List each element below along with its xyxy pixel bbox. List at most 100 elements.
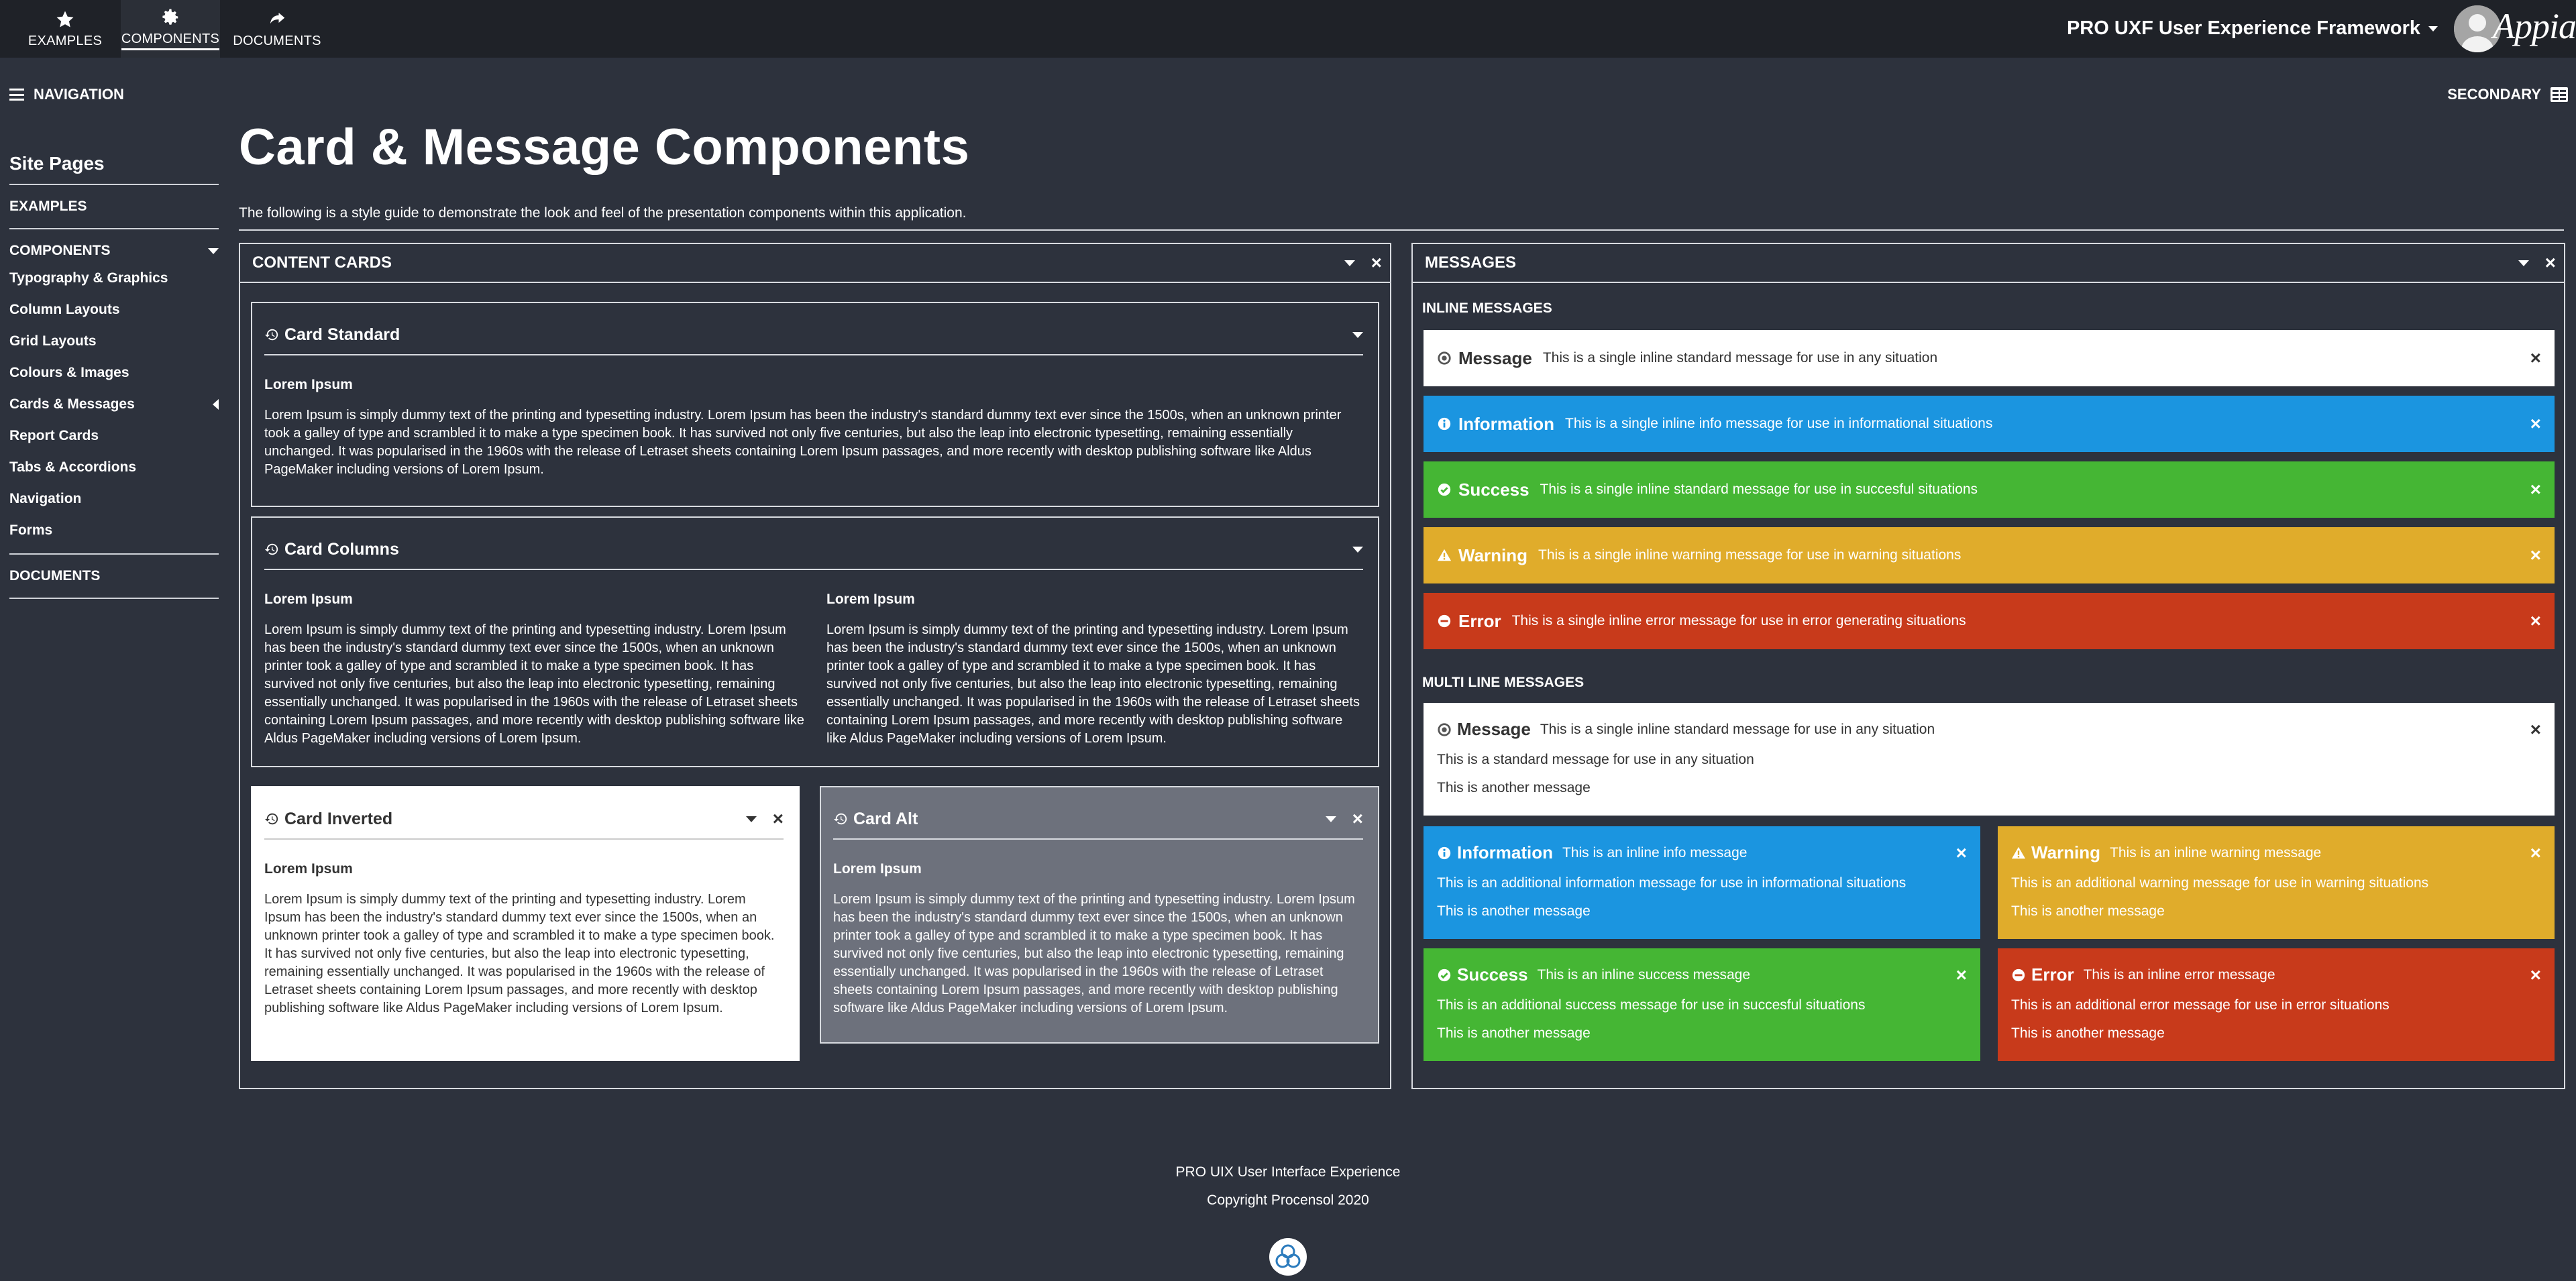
target-icon	[1438, 351, 1451, 365]
message-title: Warning	[2031, 842, 2101, 862]
content-cards-panel: CONTENT CARDS × Card Standard Lorem Ipsu…	[239, 243, 1391, 1089]
tab-examples[interactable]: EXAMPLES	[24, 0, 106, 58]
sidebar-item-report-cards[interactable]: Report Cards	[9, 421, 219, 452]
card-text: Lorem Ipsum is simply dummy text of the …	[264, 892, 775, 1015]
collapse-icon[interactable]	[2518, 260, 2529, 266]
sidebar-section-examples[interactable]: EXAMPLES	[9, 185, 219, 229]
card-body: Lorem Ipsum Lorem Ipsum is simply dummy …	[264, 377, 1363, 479]
message-line: This is an additional warning message fo…	[2011, 875, 2429, 891]
footer-line-2: Copyright Procensol 2020	[1207, 1192, 1369, 1208]
info-icon	[1438, 417, 1451, 431]
framework-menu[interactable]: PRO UXF User Experience Framework	[2067, 17, 2438, 40]
collapse-icon[interactable]	[745, 816, 757, 822]
caret-down-icon	[208, 247, 219, 254]
sidebar-item-grid-layouts[interactable]: Grid Layouts	[9, 326, 219, 357]
content-cards-title: CONTENT CARDS	[252, 254, 392, 272]
tab-documents[interactable]: DOCUMENTS	[232, 0, 322, 58]
secondary-toggle[interactable]: SECONDARY	[2447, 86, 2568, 103]
card-text: Lorem Ipsum is simply dummy text of the …	[264, 408, 1342, 477]
sidebar-item-cards-messages[interactable]: Cards & Messages	[9, 389, 219, 421]
close-icon[interactable]: ×	[2545, 254, 2556, 272]
card-header: Card Columns	[264, 530, 1363, 570]
card-standard: Card Standard Lorem Ipsum Lorem Ipsum is…	[251, 302, 1379, 507]
tab-documents-label: DOCUMENTS	[233, 33, 321, 48]
message-title: Success	[1457, 964, 1528, 985]
sidebar-heading: Site Pages	[9, 148, 219, 185]
close-icon[interactable]: ×	[773, 810, 784, 828]
sidebar-item-label: Typography & Graphics	[9, 270, 168, 286]
tab-components[interactable]: COMPONENTS	[121, 0, 220, 58]
message-title: Information	[1457, 842, 1553, 862]
history-icon	[264, 813, 278, 825]
card-subheading: Lorem Ipsum	[833, 861, 922, 877]
tab-components-label: COMPONENTS	[121, 32, 220, 50]
sidebar-item-label: Cards & Messages	[9, 396, 135, 412]
sidebar-section-components[interactable]: COMPONENTS	[9, 229, 219, 263]
sidebar: Site Pages EXAMPLES COMPONENTS Typograph…	[9, 148, 219, 599]
message-line: This is an additional success message fo…	[1437, 997, 1866, 1013]
collapse-icon[interactable]	[1352, 331, 1363, 338]
card-subheading: Lorem Ipsum	[264, 377, 353, 392]
page-title: Card & Message Components	[239, 119, 970, 176]
knot-logo-icon	[1275, 1244, 1301, 1268]
message-standard-inline: Message This is a single inline standard…	[1424, 330, 2555, 386]
message-text: This is an inline info message	[1562, 844, 1748, 860]
sidebar-item-column-layouts[interactable]: Column Layouts	[9, 294, 219, 326]
caret-left-icon	[213, 399, 219, 410]
close-icon[interactable]: ×	[1956, 843, 1967, 862]
sidebar-item-colours-images[interactable]: Colours & Images	[9, 357, 219, 389]
warning-icon	[1437, 549, 1452, 561]
close-icon[interactable]: ×	[2530, 480, 2541, 499]
sidebar-section-documents[interactable]: DOCUMENTS	[9, 555, 219, 599]
sidebar-item-forms[interactable]: Forms	[9, 515, 219, 547]
close-icon[interactable]: ×	[2530, 965, 2541, 985]
card-text: Lorem Ipsum is simply dummy text of the …	[826, 622, 1360, 746]
sidebar-item-label: Grid Layouts	[9, 333, 97, 349]
card-subheading: Lorem Ipsum	[264, 592, 353, 607]
card-header: Card Alt ×	[833, 799, 1363, 840]
gear-icon	[162, 9, 178, 25]
sidebar-item-tabs-accordions[interactable]: Tabs & Accordions	[9, 452, 219, 484]
secondary-label: SECONDARY	[2447, 86, 2541, 103]
message-line: This is another message	[2011, 1025, 2165, 1041]
close-icon[interactable]: ×	[2530, 349, 2541, 368]
sidebar-section-label: COMPONENTS	[9, 243, 111, 258]
framework-title: PRO UXF User Experience Framework	[2066, 17, 2420, 39]
message-text: This is a single inline warning message …	[1538, 547, 1962, 563]
multiline-messages-heading: MULTI LINE MESSAGES	[1422, 675, 1585, 690]
message-text: This is an inline success message	[1537, 966, 1751, 983]
sidebar-item-label: Navigation	[9, 491, 82, 506]
message-title: Information	[1458, 413, 1554, 434]
message-title: Message	[1458, 347, 1532, 368]
message-standard-multiline: Message This is a single inline standard…	[1424, 703, 2555, 816]
sidebar-item-navigation[interactable]: Navigation	[9, 484, 219, 515]
close-icon[interactable]: ×	[1352, 810, 1363, 828]
message-title: Warning	[1458, 545, 1528, 565]
close-icon[interactable]: ×	[1956, 965, 1967, 985]
navigation-toggle[interactable]: NAVIGATION	[9, 86, 124, 103]
collapse-icon[interactable]	[1344, 260, 1355, 266]
close-icon[interactable]: ×	[2530, 546, 2541, 565]
close-icon[interactable]: ×	[2530, 720, 2541, 739]
close-icon[interactable]: ×	[2530, 414, 2541, 433]
message-error-multiline: Error This is an inline error message × …	[1998, 948, 2555, 1061]
sidebar-item-typography[interactable]: Typography & Graphics	[9, 263, 219, 294]
collapse-icon[interactable]	[1325, 816, 1336, 822]
message-info-multiline: Information This is an inline info messa…	[1424, 826, 1980, 939]
close-icon[interactable]: ×	[1371, 254, 1382, 272]
collapse-icon[interactable]	[1352, 546, 1363, 553]
card-body: Lorem Ipsum Lorem Ipsum is simply dummy …	[264, 861, 784, 1017]
check-circle-icon	[1438, 483, 1451, 496]
message-line: This is an additional error message for …	[2011, 997, 2390, 1013]
message-text: This is a single inline standard message…	[1540, 482, 1978, 497]
sidebar-item-label: Colours & Images	[9, 365, 129, 380]
appian-logo: Appia	[2493, 6, 2576, 46]
message-line: This is another message	[1437, 903, 1591, 919]
message-success-inline: Success This is a single inline standard…	[1424, 461, 2555, 518]
card-header: Card Inverted ×	[264, 799, 784, 840]
sidebar-section-label: EXAMPLES	[9, 199, 87, 214]
message-text: This is a single inline info message for…	[1565, 416, 1993, 431]
close-icon[interactable]: ×	[2530, 843, 2541, 862]
card-column-left: Lorem Ipsum Lorem Ipsum is simply dummy …	[264, 592, 805, 748]
close-icon[interactable]: ×	[2530, 612, 2541, 630]
